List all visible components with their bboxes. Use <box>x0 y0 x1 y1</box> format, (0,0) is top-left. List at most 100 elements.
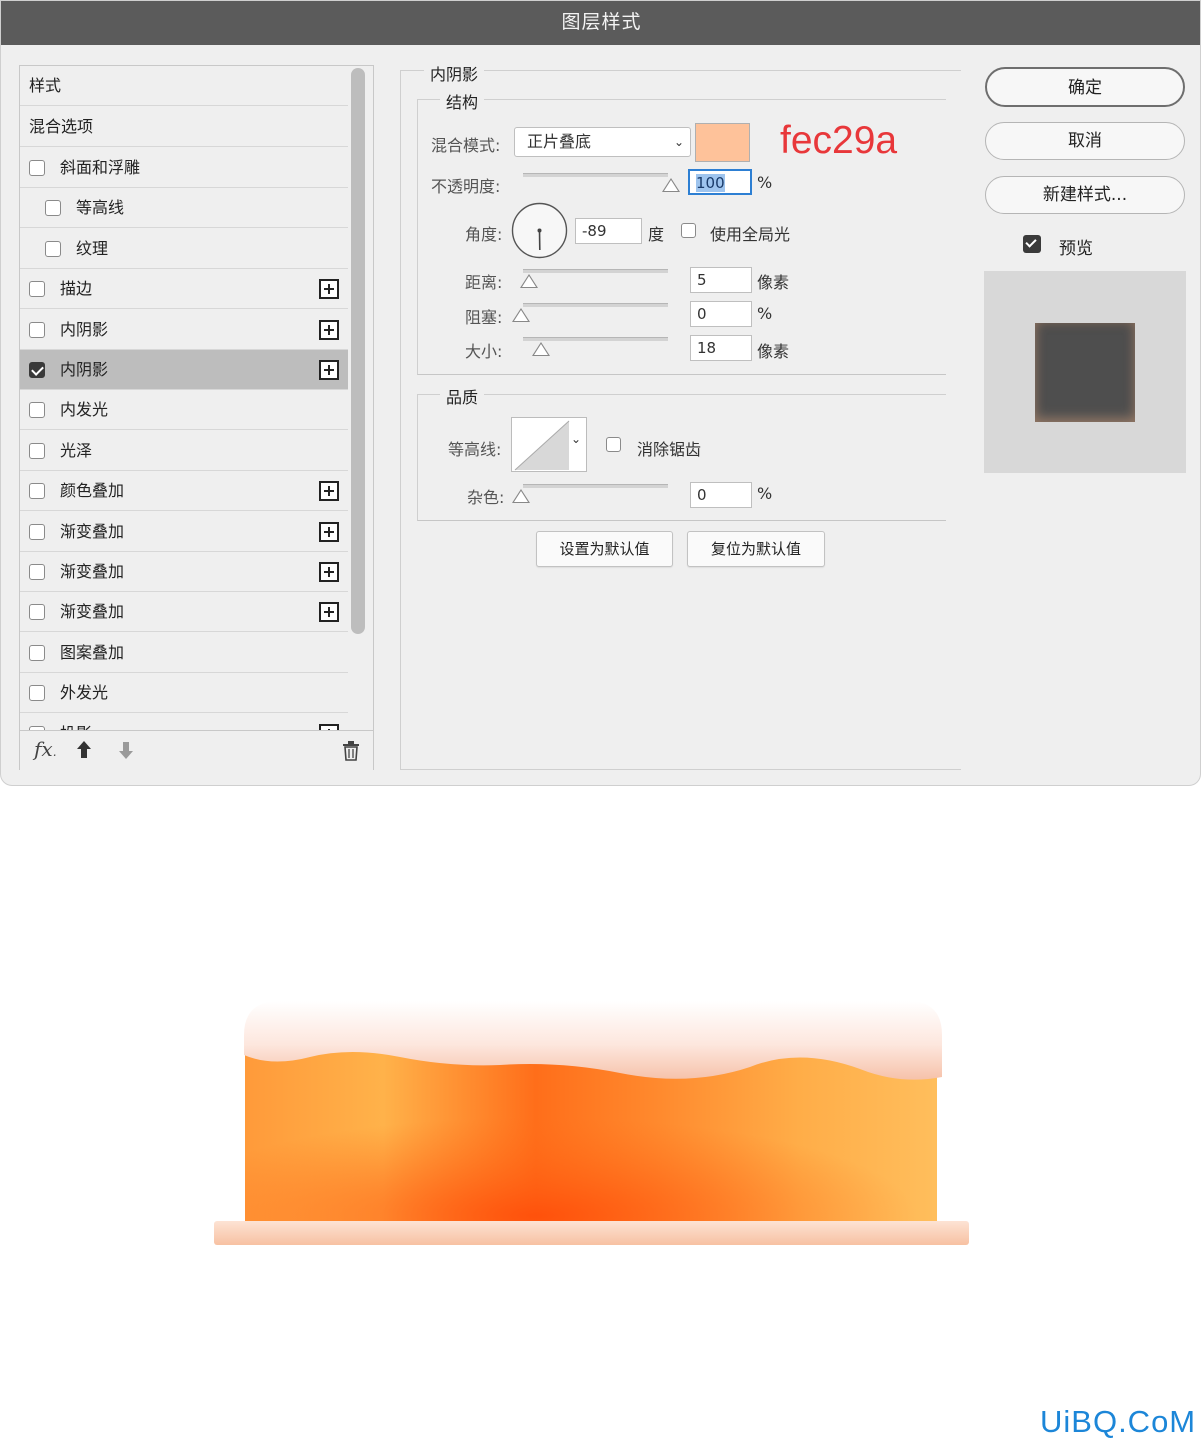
style-item[interactable]: 等高线 <box>20 188 348 229</box>
style-item-checkbox[interactable] <box>29 160 45 176</box>
noise-slider-thumb[interactable] <box>512 489 530 503</box>
angle-input[interactable]: -89 <box>575 218 642 244</box>
style-item[interactable]: 光泽 <box>20 431 348 471</box>
blend-options-item[interactable]: 混合选项 <box>20 107 348 147</box>
style-item[interactable]: 描边 <box>20 269 348 310</box>
style-list: 样式 混合选项 斜面和浮雕 等高线 纹理 描边 内阴影 内阴影 内发光 光泽 颜色叠加 渐变叠加渐… <box>20 66 350 730</box>
layer-style-dialog: 图层样式 样式 混合选项 斜面和浮雕 等高线 纹理 描边 内阴影 内阴影 内发光 光泽 颜色叠加… <box>0 0 1201 786</box>
structure-title: 结构 <box>440 89 485 113</box>
style-item-checkbox[interactable] <box>29 564 45 580</box>
color-annotation: fec29a <box>780 119 898 162</box>
style-item-checkbox[interactable] <box>29 483 45 500</box>
style-item[interactable]: 图案叠加 <box>20 633 348 673</box>
style-item-checkbox[interactable] <box>45 200 61 217</box>
opacity-slider[interactable] <box>523 173 668 177</box>
size-input[interactable]: 18 <box>690 335 752 361</box>
style-item[interactable]: 渐变叠加 <box>20 512 348 552</box>
noise-unit: % <box>757 484 773 503</box>
style-item-checkbox[interactable] <box>29 362 45 378</box>
opacity-input[interactable]: 100 <box>688 169 752 195</box>
style-item-checkbox[interactable] <box>45 240 61 257</box>
move-down-icon[interactable] <box>118 740 134 760</box>
style-item-checkbox[interactable] <box>29 442 45 459</box>
choke-slider-thumb[interactable] <box>512 308 530 322</box>
blend-mode-label: 混合模式: <box>431 136 501 155</box>
shadow-color-swatch[interactable] <box>695 123 750 162</box>
style-item-label: 内阴影 <box>60 360 109 379</box>
style-item[interactable]: 颜色叠加 <box>20 471 348 512</box>
cake-artwork <box>200 985 990 1265</box>
preview-swatch <box>1035 323 1135 422</box>
style-item-label: 纹理 <box>76 238 109 258</box>
antialias-checkbox[interactable] <box>606 437 621 452</box>
style-item[interactable]: 纹理 <box>20 229 348 269</box>
cancel-button[interactable]: 取消 <box>985 122 1185 160</box>
choke-input[interactable]: 0 <box>690 301 752 327</box>
preview-checkbox[interactable] <box>1023 235 1041 253</box>
blend-mode-select[interactable]: 正片叠底 ⌄ <box>514 127 691 157</box>
noise-input[interactable]: 0 <box>690 482 752 508</box>
add-effect-icon[interactable] <box>319 481 339 502</box>
style-item-label: 内发光 <box>60 400 109 420</box>
add-effect-icon[interactable] <box>319 360 339 380</box>
angle-dial[interactable] <box>511 202 568 259</box>
angle-label: 角度: <box>465 225 503 244</box>
style-item[interactable]: 渐变叠加 <box>20 552 348 592</box>
add-effect-icon[interactable] <box>319 521 339 542</box>
style-item-checkbox[interactable] <box>29 523 45 540</box>
style-item[interactable]: 斜面和浮雕 <box>20 148 348 188</box>
size-slider-thumb[interactable] <box>532 342 550 356</box>
delete-trash-icon[interactable] <box>342 741 359 761</box>
distance-slider[interactable] <box>523 269 668 273</box>
noise-slider[interactable] <box>523 484 668 488</box>
distance-input[interactable]: 5 <box>690 267 752 293</box>
add-effect-icon[interactable] <box>319 562 339 582</box>
global-light-checkbox[interactable] <box>681 223 696 238</box>
style-item-checkbox[interactable] <box>29 685 45 702</box>
ok-button[interactable]: 确定 <box>985 67 1185 107</box>
opacity-unit: % <box>757 173 773 192</box>
styles-header[interactable]: 样式 <box>20 66 348 106</box>
section-title: 内阴影 <box>424 61 485 85</box>
quality-title: 品质 <box>440 384 485 408</box>
chevron-down-icon: ⌄ <box>571 432 582 446</box>
style-item[interactable]: 渐变叠加 <box>20 592 348 633</box>
add-effect-icon[interactable] <box>319 279 339 300</box>
style-item[interactable]: 外发光 <box>20 673 348 714</box>
contour-label: 等高线: <box>448 440 502 459</box>
style-item-label: 渐变叠加 <box>60 521 125 541</box>
style-item[interactable]: 内阴影 <box>20 350 348 390</box>
blend-options-label: 混合选项 <box>29 117 94 136</box>
choke-unit: % <box>757 304 773 323</box>
style-item-label: 外发光 <box>60 683 109 703</box>
choke-slider[interactable] <box>523 303 668 307</box>
distance-slider-thumb[interactable] <box>520 274 538 288</box>
set-default-button[interactable]: 设置为默认值 <box>536 531 673 567</box>
contour-picker[interactable]: ⌄ <box>511 417 587 472</box>
antialias-label: 消除锯齿 <box>637 440 702 459</box>
style-list-scrollbar[interactable] <box>351 68 365 634</box>
style-item-checkbox[interactable] <box>29 281 45 298</box>
blend-mode-value: 正片叠底 <box>527 132 592 151</box>
style-item[interactable]: 投影 <box>20 714 348 730</box>
style-item-checkbox[interactable] <box>29 644 45 661</box>
style-item-checkbox[interactable] <box>29 604 45 621</box>
style-item[interactable]: 内发光 <box>20 390 348 431</box>
style-list-panel: 样式 混合选项 斜面和浮雕 等高线 纹理 描边 内阴影 内阴影 内发光 光泽 颜色叠加 渐变叠加渐… <box>19 65 374 770</box>
style-item-label: 斜面和浮雕 <box>60 158 141 177</box>
noise-label: 杂色: <box>467 488 505 507</box>
fx-button[interactable]: fx. <box>34 737 57 761</box>
styles-header-label: 样式 <box>29 76 62 95</box>
cake-body-highlight <box>245 1045 937 1225</box>
new-style-button[interactable]: 新建样式... <box>985 176 1185 214</box>
style-item-checkbox[interactable] <box>29 402 45 419</box>
size-slider[interactable] <box>523 337 668 341</box>
reset-default-button[interactable]: 复位为默认值 <box>687 531 825 567</box>
opacity-slider-thumb[interactable] <box>662 178 680 192</box>
angle-unit: 度 <box>648 225 665 244</box>
add-effect-icon[interactable] <box>319 319 339 340</box>
add-effect-icon[interactable] <box>319 602 339 623</box>
style-item[interactable]: 内阴影 <box>20 310 348 350</box>
move-up-icon[interactable] <box>76 740 92 760</box>
style-item-checkbox[interactable] <box>29 321 45 338</box>
